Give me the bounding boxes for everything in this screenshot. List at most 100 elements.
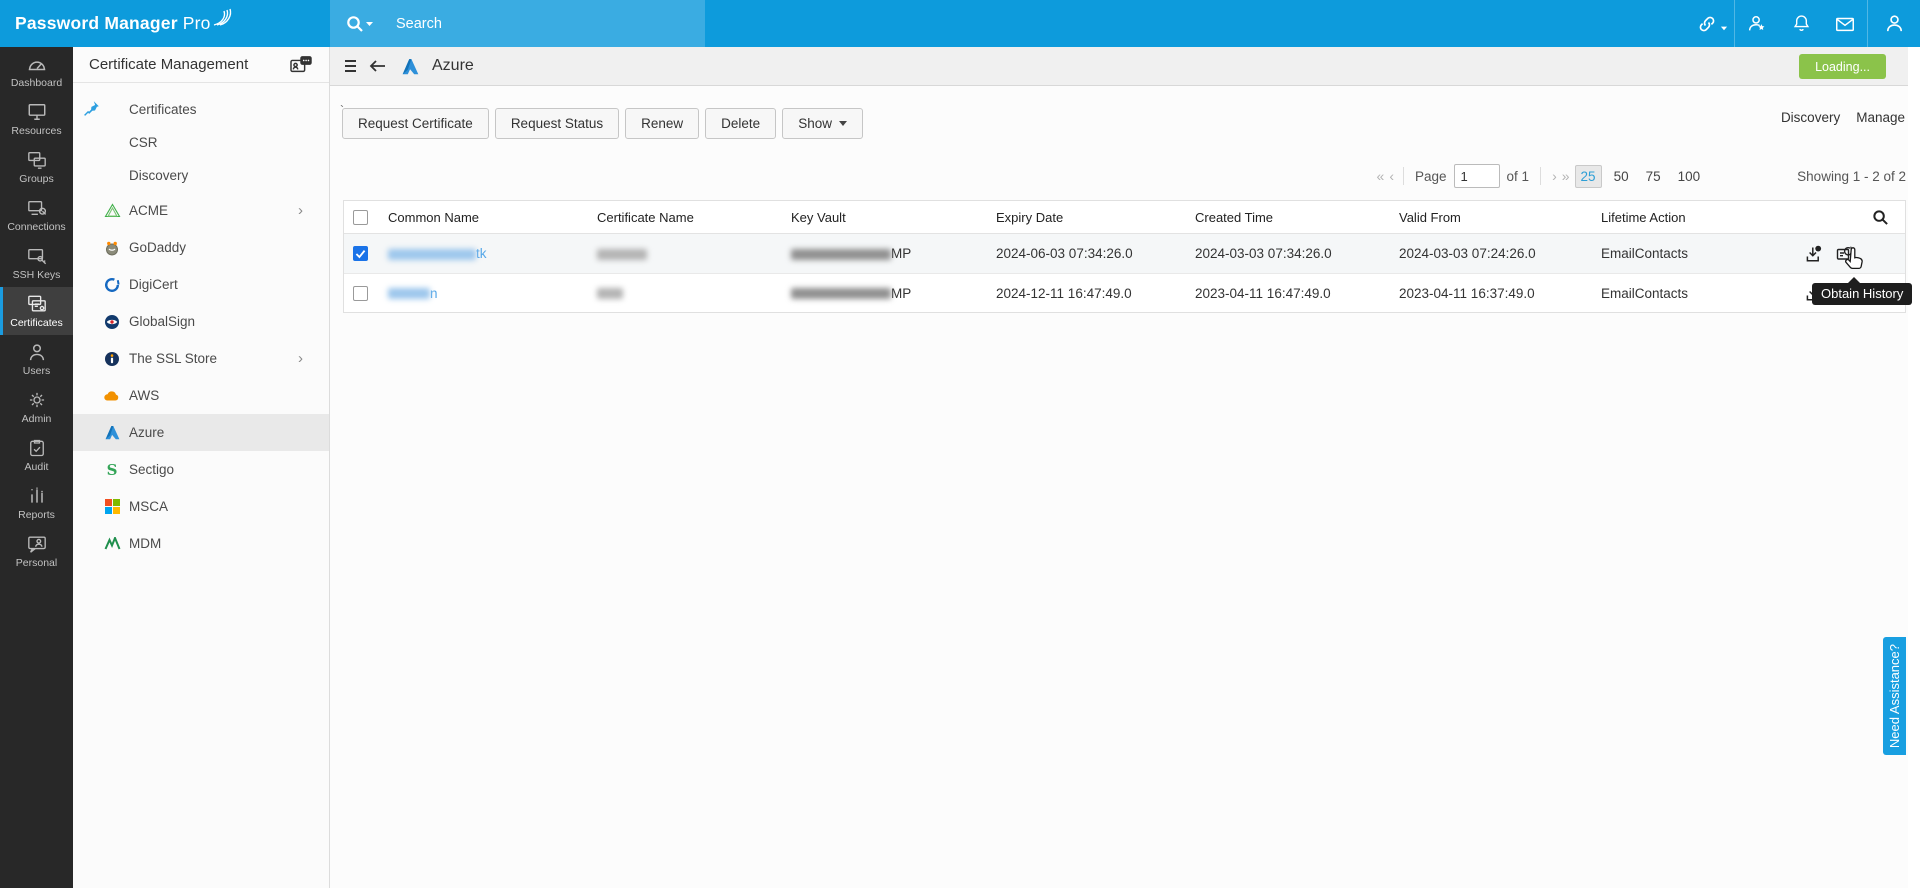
sidebar-item-reports[interactable]: Reports: [0, 479, 73, 527]
request-status-button[interactable]: Request Status: [495, 108, 619, 139]
row-checkbox[interactable]: [353, 286, 368, 301]
nav-item-label: Discovery: [129, 168, 188, 183]
nav-item-label: MDM: [129, 536, 161, 551]
sidebar-item-personal[interactable]: Personal: [0, 527, 73, 575]
common-name-cell[interactable]: n: [388, 286, 597, 301]
sidebar-item-label: Admin: [22, 413, 52, 425]
nav-item-azure[interactable]: Azure: [73, 414, 329, 451]
nav-item-label: Sectigo: [129, 462, 174, 477]
ssh-keys-icon: [26, 246, 48, 266]
sidebar-item-label: Resources: [11, 125, 61, 137]
nav-item-godaddy[interactable]: GoDaddy: [73, 229, 329, 266]
link-icon[interactable]: [1690, 0, 1734, 47]
page-size-50[interactable]: 50: [1609, 166, 1634, 187]
showing-count: Showing 1 - 2 of 2: [1797, 169, 1906, 184]
sidebar-item-dashboard[interactable]: Dashboard: [0, 47, 73, 95]
nav-item-digicert[interactable]: DigiCert: [73, 266, 329, 303]
sidebar-item-resources[interactable]: Resources: [0, 95, 73, 143]
redacted-key-vault: [791, 249, 891, 260]
loading-badge: Loading...: [1799, 54, 1886, 79]
nav-item-msca[interactable]: MSCA: [73, 488, 329, 525]
nav-item-aws[interactable]: AWS: [73, 377, 329, 414]
table-row[interactable]: tk MP 2024-06-03 07:34:26.0 2024-03-03 0…: [344, 234, 1905, 273]
discovery-link[interactable]: Discovery: [1781, 110, 1840, 125]
select-all-checkbox[interactable]: [353, 210, 368, 225]
manage-link[interactable]: Manage: [1856, 110, 1905, 125]
need-assistance-label: Need Assistance?: [1887, 644, 1902, 748]
page-size-25[interactable]: 25: [1575, 165, 1602, 188]
sidebar-item-users[interactable]: Admin Users: [0, 335, 73, 383]
button-label: Renew: [641, 116, 683, 131]
page-size-75[interactable]: 75: [1641, 166, 1666, 187]
nav-item-mdm[interactable]: MDM: [73, 525, 329, 562]
need-assistance-tab[interactable]: Need Assistance?: [1883, 637, 1906, 755]
nav-item-ssl-store[interactable]: The SSL Store ›: [73, 340, 329, 377]
mail-icon[interactable]: [1823, 0, 1867, 47]
sidebar-item-groups[interactable]: Groups: [0, 143, 73, 191]
nav-item-csr[interactable]: CSR: [73, 126, 329, 159]
table-search-icon[interactable]: [1801, 209, 1905, 226]
lifetime-action-cell: EmailContacts: [1601, 246, 1801, 261]
brand-text: Password Manager: [15, 13, 178, 34]
table-header-row: Common Name Certificate Name Key Vault E…: [344, 201, 1905, 234]
nav-item-label: MSCA: [129, 499, 168, 514]
sidebar-item-certificates[interactable]: Certificates: [0, 287, 73, 335]
pagination-nav: « ‹ Page of 1 › » 25 50 75 100: [1377, 164, 1706, 188]
azure-title-logo: [397, 54, 424, 79]
collapse-menu-icon[interactable]: [340, 55, 365, 77]
chevron-right-icon: ›: [298, 202, 303, 219]
search-input[interactable]: [396, 16, 676, 32]
back-arrow-icon[interactable]: [365, 55, 391, 77]
hand-cursor-icon: [1843, 247, 1865, 278]
user-star-icon[interactable]: [1735, 0, 1779, 47]
table-row[interactable]: n MP 2024-12-11 16:47:49.0 2023-04-11 16…: [344, 273, 1905, 312]
acme-logo: [103, 203, 121, 218]
contact-card-icon[interactable]: [289, 55, 313, 75]
groups-icon: [26, 150, 48, 170]
renew-button[interactable]: Renew: [625, 108, 699, 139]
sidebar-item-audit[interactable]: Audit: [0, 431, 73, 479]
nav-item-label: AWS: [129, 388, 159, 403]
prev-page-icon[interactable]: ‹: [1389, 168, 1392, 184]
sidebar-item-label: SSH Keys: [13, 269, 61, 281]
page-number-input[interactable]: [1454, 164, 1500, 188]
nav-item-certificates[interactable]: Certificates: [73, 93, 329, 126]
nav-item-globalsign[interactable]: GlobalSign: [73, 303, 329, 340]
button-label: Delete: [721, 116, 760, 131]
ssl-store-logo: [103, 351, 121, 367]
row-checkbox[interactable]: [353, 246, 368, 261]
col-key-vault: Key Vault: [791, 210, 996, 225]
logo-swoosh-icon: [212, 8, 234, 28]
redacted-common-name: [388, 288, 430, 299]
download-certificate-icon[interactable]: [1804, 245, 1822, 263]
nav-item-label: ACME: [129, 203, 168, 218]
page-size-100[interactable]: 100: [1673, 166, 1706, 187]
resources-icon: [26, 102, 48, 122]
key-vault-suffix: MP: [891, 286, 911, 301]
bell-icon[interactable]: [1779, 0, 1823, 47]
sidebar-item-ssh-keys[interactable]: SSH Keys: [0, 239, 73, 287]
first-page-icon[interactable]: «: [1377, 168, 1383, 184]
nav-item-sectigo[interactable]: S Sectigo: [73, 451, 329, 488]
nav-item-discovery[interactable]: Discovery: [73, 159, 329, 192]
sidebar-item-label: Connections: [7, 221, 65, 233]
nav-item-label: DigiCert: [129, 277, 178, 292]
sidebar-item-connections[interactable]: Connections: [0, 191, 73, 239]
sidebar-item-admin[interactable]: Admin: [0, 383, 73, 431]
key-vault-cell: MP: [791, 246, 996, 261]
common-name-cell[interactable]: tk: [388, 246, 597, 261]
reports-icon: [26, 486, 48, 506]
header-links: Discovery Manage: [1781, 110, 1905, 125]
request-certificate-button[interactable]: Request Certificate: [342, 108, 489, 139]
show-dropdown-button[interactable]: Show: [782, 108, 863, 139]
search-icon[interactable]: [345, 14, 374, 34]
brand-pro-text: Pro: [183, 13, 211, 34]
nav-item-acme[interactable]: ACME ›: [73, 192, 329, 229]
next-page-icon[interactable]: ›: [1552, 168, 1555, 184]
last-page-icon[interactable]: »: [1562, 168, 1568, 184]
nav-item-label: The SSL Store: [129, 351, 217, 366]
key-vault-suffix: MP: [891, 246, 911, 261]
person-icon[interactable]: [1868, 0, 1920, 47]
created-time-cell: 2024-03-03 07:34:26.0: [1195, 246, 1399, 261]
delete-button[interactable]: Delete: [705, 108, 776, 139]
